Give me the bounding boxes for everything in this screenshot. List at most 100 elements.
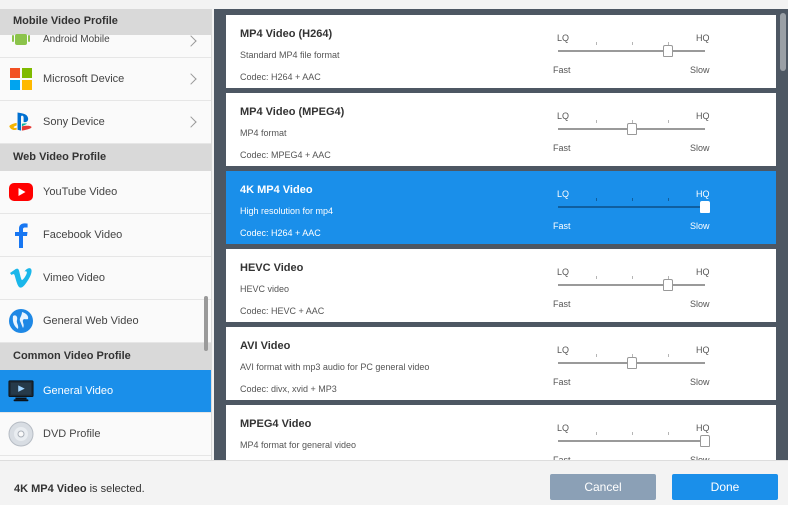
quality-slider-tick — [596, 276, 597, 279]
profile-title: MPEG4 Video — [240, 418, 312, 430]
quality-slider-tick — [632, 198, 633, 201]
chevron-right-icon — [185, 73, 197, 85]
quality-low-label: LQ — [557, 345, 570, 355]
chevron-right-icon — [185, 116, 197, 128]
quality-slider-tick — [668, 432, 669, 435]
sidebar-item-dvd-profile[interactable]: DVD Profile — [0, 413, 211, 456]
sidebar-item-vimeo-video[interactable]: Vimeo Video — [0, 257, 211, 300]
quality-high-label: HQ — [696, 267, 710, 277]
quality-slider-tick — [632, 276, 633, 279]
profile-description: MP4 format — [240, 128, 287, 138]
speed-slow-label: Slow — [690, 143, 710, 153]
profile-card[interactable]: HEVC Video HEVC video Codec: HEVC + AAC LQ H… — [226, 249, 776, 322]
quality-high-label: HQ — [696, 111, 710, 121]
sidebar-item-label: Vimeo Video — [43, 272, 105, 284]
quality-slider-tick — [596, 120, 597, 123]
profile-card[interactable]: MP4 Video (H264) Standard MP4 file format… — [226, 15, 776, 88]
quality-slider-tick — [596, 42, 597, 45]
quality-high-label: HQ — [696, 423, 710, 433]
quality-slider-thumb[interactable] — [663, 279, 673, 291]
profile-card[interactable]: 4K MP4 Video High resolution for mp4 Codec… — [226, 171, 776, 244]
quality-slider-tick — [632, 42, 633, 45]
footer-bar: 4K MP4 Video is selected. Cancel Done — [0, 460, 788, 505]
quality-slider-track[interactable] — [558, 206, 705, 208]
profile-description: Standard MP4 file format — [240, 50, 340, 60]
speed-fast-label: Fast — [553, 299, 571, 309]
chevron-right-icon — [185, 35, 197, 47]
vimeo-icon — [8, 265, 34, 291]
speed-fast-label: Fast — [553, 143, 571, 153]
quality-slider-track[interactable] — [558, 50, 705, 52]
profile-codec: Codec: divx, xvid + MP3 — [240, 384, 337, 394]
profile-description: MP4 format for general video — [240, 440, 357, 450]
sidebar-item-label: Facebook Video — [43, 229, 123, 241]
profile-title: HEVC Video — [240, 262, 304, 274]
profile-card[interactable]: MP4 Video (MPEG4) MP4 format Codec: MPEG4 … — [226, 93, 776, 166]
quality-slider-tick — [596, 198, 597, 201]
group-header-common: Common Video Profile — [0, 343, 211, 370]
sidebar-item-general-web-video[interactable]: General Web Video — [0, 300, 211, 343]
profile-description: HEVC video — [240, 284, 290, 294]
sidebar-item-microsoft-device[interactable]: Microsoft Device — [0, 58, 211, 101]
quality-slider-tick — [596, 432, 597, 435]
quality-slider-thumb[interactable] — [627, 357, 637, 369]
profile-title: 4K MP4 Video — [240, 184, 313, 196]
quality-slider-thumb[interactable] — [663, 45, 673, 57]
sidebar-scrollbar[interactable] — [204, 296, 208, 351]
sidebar-item-general-video[interactable]: General Video — [0, 370, 211, 413]
group-header-web: Web Video Profile — [0, 144, 211, 171]
quality-slider-tick — [668, 354, 669, 357]
quality-slider-thumb[interactable] — [627, 123, 637, 135]
profile-codec: Codec: MPEG4 + AAC — [240, 150, 331, 160]
quality-high-label: HQ — [696, 33, 710, 43]
profile-card[interactable]: MPEG4 Video MP4 format for general video L… — [226, 405, 776, 460]
profile-codec: Codec: HEVC + AAC — [240, 306, 325, 316]
speed-fast-label: Fast — [553, 377, 571, 387]
quality-slider-thumb[interactable] — [700, 201, 710, 213]
sidebar-item-label: Android Mobile — [43, 34, 110, 45]
quality-slider-tick — [668, 120, 669, 123]
profile-codec: Codec: H264 + AAC — [240, 228, 321, 238]
quality-slider-track[interactable] — [558, 440, 705, 442]
quality-slider-tick — [632, 432, 633, 435]
youtube-icon — [8, 179, 34, 205]
profile-title: MP4 Video (H264) — [240, 28, 333, 40]
sidebar-item-facebook-video[interactable]: Facebook Video — [0, 214, 211, 257]
sidebar-item-label: General Web Video — [43, 315, 139, 327]
profile-card[interactable]: AVI Video AVI format with mp3 audio for P… — [226, 327, 776, 400]
quality-low-label: LQ — [557, 423, 570, 433]
sidebar-item-android-mobile[interactable]: Android Mobile — [0, 34, 211, 58]
done-button[interactable]: Done — [672, 474, 778, 500]
sidebar-item-youtube-video[interactable]: YouTube Video — [0, 171, 211, 214]
quality-low-label: LQ — [557, 111, 570, 121]
profile-list-scrollbar[interactable] — [780, 13, 786, 71]
profile-codec: Codec: H264 + AAC — [240, 72, 321, 82]
microsoft-icon — [8, 66, 34, 92]
disc-icon — [8, 421, 34, 447]
selection-status: 4K MP4 Video is selected. — [14, 483, 145, 495]
sidebar-item-label: Sony Device — [43, 116, 105, 128]
android-icon — [8, 25, 34, 51]
monitor-icon — [8, 378, 34, 404]
profile-description: High resolution for mp4 — [240, 206, 334, 216]
quality-high-label: HQ — [696, 345, 710, 355]
quality-high-label: HQ — [696, 189, 710, 199]
speed-slow-label: Slow — [690, 65, 710, 75]
playstation-icon — [8, 109, 34, 135]
globe-icon — [8, 308, 34, 334]
sidebar-item-sony-device[interactable]: Sony Device — [0, 101, 211, 144]
sidebar-item-label: YouTube Video — [43, 186, 118, 198]
quality-slider-thumb[interactable] — [700, 435, 710, 447]
profile-description: AVI format with mp3 audio for PC general… — [240, 362, 430, 372]
sidebar-item-label: Microsoft Device — [43, 73, 125, 85]
quality-slider-tick — [668, 198, 669, 201]
speed-slow-label: Slow — [690, 377, 710, 387]
profile-list: MP4 Video (H264) Standard MP4 file format… — [214, 9, 788, 460]
quality-low-label: LQ — [557, 33, 570, 43]
status-suffix: is selected. — [86, 483, 145, 495]
quality-low-label: LQ — [557, 267, 570, 277]
selected-profile-name: 4K MP4 Video — [14, 483, 87, 495]
quality-low-label: LQ — [557, 189, 570, 199]
quality-slider-track[interactable] — [558, 284, 705, 286]
cancel-button[interactable]: Cancel — [550, 474, 656, 500]
